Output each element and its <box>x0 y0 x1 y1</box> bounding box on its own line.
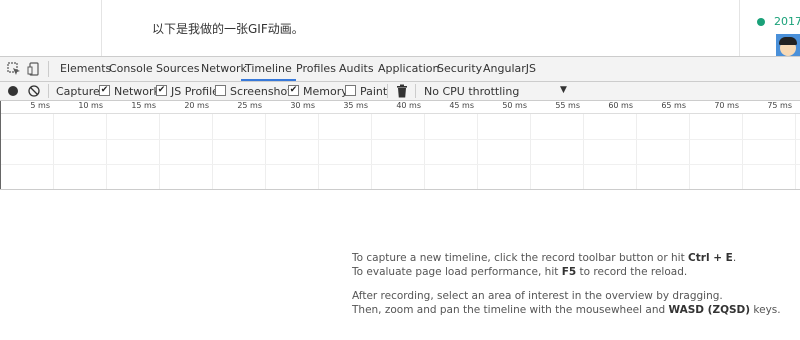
ruler-tick: 20 ms <box>184 101 209 110</box>
web-page-area: 以下是我做的一张GIF动画。 2017- <box>0 0 800 58</box>
ruler-tick: 50 ms <box>502 101 527 110</box>
grid-line <box>318 114 319 189</box>
hint-select-area: After recording, select an area of inter… <box>352 290 723 302</box>
article-paragraph: 以下是我做的一张GIF动画。 <box>152 22 304 36</box>
timeline-ruler: 5 ms 10 ms 15 ms 20 ms 25 ms 30 ms 35 ms… <box>0 101 800 114</box>
paint-checkbox[interactable] <box>345 85 356 96</box>
grid-line <box>212 114 213 189</box>
grid-line <box>477 114 478 189</box>
tab-angularjs[interactable]: AngularJS <box>479 57 540 81</box>
overview-start-marker <box>0 101 1 189</box>
capture-label: Capture: <box>56 85 104 98</box>
tab-console[interactable]: Console <box>105 57 157 81</box>
ruler-tick: 75 ms <box>767 101 792 110</box>
ruler-tick: 35 ms <box>343 101 368 110</box>
hint-reload: To evaluate page load performance, hit F… <box>352 266 688 278</box>
memory-checkbox[interactable]: ✔ <box>288 85 299 96</box>
device-toolbar-icon[interactable] <box>27 62 41 76</box>
avatar-hair <box>779 37 797 45</box>
toolbar-separator <box>387 84 388 98</box>
grid-line <box>795 114 796 189</box>
post-date: 2017- <box>774 15 800 28</box>
clear-button[interactable] <box>28 85 40 97</box>
tab-profiles[interactable]: Profiles <box>292 57 340 81</box>
devtools-tab-bar: Elements Console Sources Network Timelin… <box>0 57 800 82</box>
chevron-down-icon[interactable]: ▼ <box>560 85 567 95</box>
ruler-tick: 15 ms <box>131 101 156 110</box>
avatar[interactable] <box>776 34 800 58</box>
network-checkbox[interactable]: ✔ <box>99 85 110 96</box>
ruler-tick: 25 ms <box>237 101 262 110</box>
inspect-element-icon[interactable] <box>7 62 21 76</box>
grid-line <box>159 114 160 189</box>
tab-sources[interactable]: Sources <box>152 57 204 81</box>
tab-audits[interactable]: Audits <box>335 57 378 81</box>
ruler-tick: 70 ms <box>714 101 739 110</box>
grid-line <box>689 114 690 189</box>
hint-record: To capture a new timeline, click the rec… <box>352 252 737 264</box>
ruler-tick: 40 ms <box>396 101 421 110</box>
grid-line <box>583 114 584 189</box>
hint-zoom-pan: Then, zoom and pan the timeline with the… <box>352 304 781 316</box>
ruler-tick: 30 ms <box>290 101 315 110</box>
page-column-border-left <box>101 0 102 56</box>
cpu-throttling-select[interactable]: No CPU throttling <box>424 85 519 98</box>
network-checkbox-label[interactable]: Network <box>114 85 160 98</box>
grid-line <box>742 114 743 189</box>
row-line <box>0 139 800 140</box>
screenshots-checkbox[interactable] <box>215 85 226 96</box>
js-profile-checkbox[interactable]: ✔ <box>156 85 167 96</box>
ruler-tick: 45 ms <box>449 101 474 110</box>
grid-line <box>265 114 266 189</box>
timeline-dot-icon <box>757 18 765 26</box>
trash-icon[interactable] <box>396 84 408 98</box>
devtools-panel: Elements Console Sources Network Timelin… <box>0 56 800 340</box>
grid-line <box>636 114 637 189</box>
ruler-tick: 60 ms <box>608 101 633 110</box>
grid-line <box>53 114 54 189</box>
ruler-tick: 5 ms <box>30 101 50 110</box>
ruler-tick: 55 ms <box>555 101 580 110</box>
grid-line <box>424 114 425 189</box>
grid-line <box>106 114 107 189</box>
ruler-tick: 65 ms <box>661 101 686 110</box>
grid-line <box>530 114 531 189</box>
record-button[interactable] <box>8 86 18 96</box>
timeline-toolbar: Capture: ✔ Network ✔ JS Profile Screensh… <box>0 82 800 101</box>
grid-line <box>371 114 372 189</box>
paint-checkbox-label[interactable]: Paint <box>360 85 387 98</box>
toolbar-separator <box>415 84 416 98</box>
memory-checkbox-label[interactable]: Memory <box>303 85 348 98</box>
tab-timeline[interactable]: Timeline <box>241 57 296 81</box>
page-column-border-right <box>739 0 740 56</box>
js-profile-checkbox-label[interactable]: JS Profile <box>171 85 219 98</box>
ruler-tick: 10 ms <box>78 101 103 110</box>
timeline-overview[interactable] <box>0 114 800 190</box>
toolbar-separator <box>48 84 49 98</box>
row-line <box>0 164 800 165</box>
tab-separator <box>48 61 49 77</box>
